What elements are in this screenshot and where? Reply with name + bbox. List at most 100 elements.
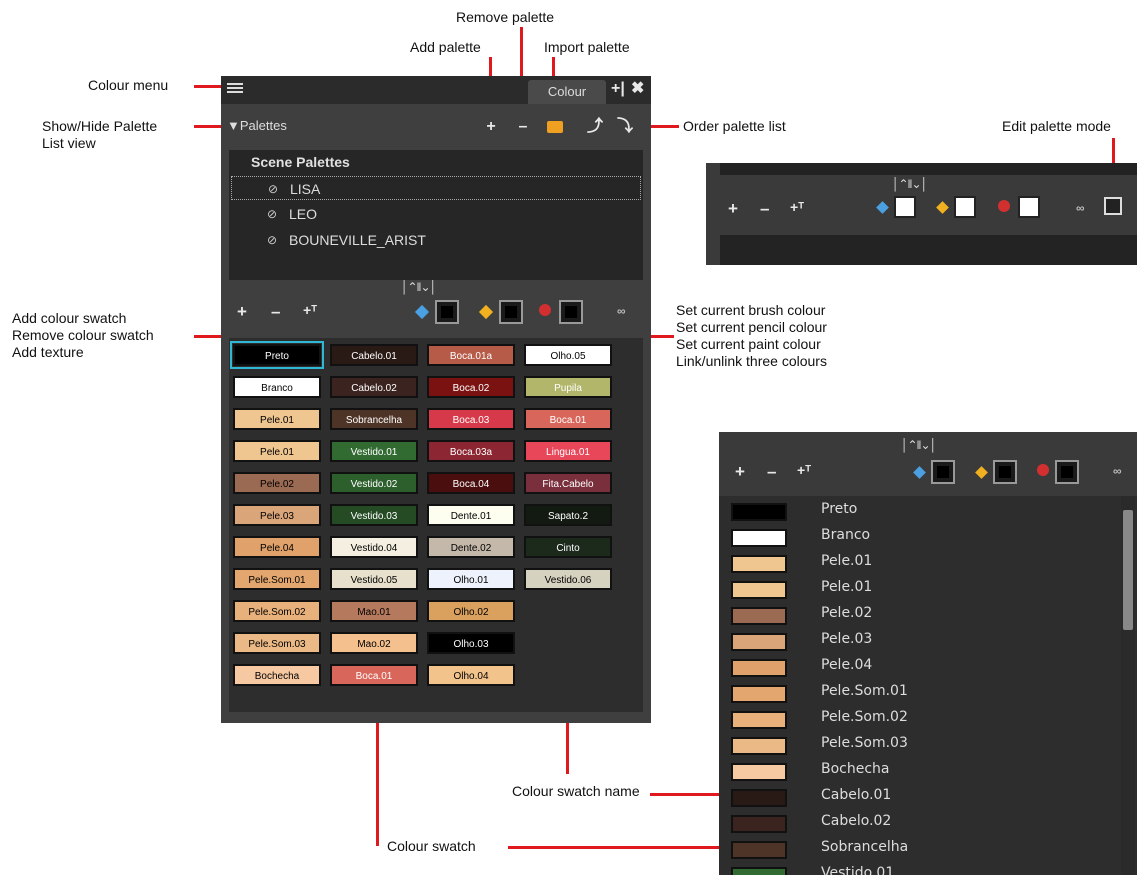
splitter-handle[interactable]: │⌃‖⌄│: [901, 438, 937, 452]
tab-add-icon[interactable]: +|: [611, 80, 625, 98]
splitter-handle[interactable]: │⌃‖⌄│: [401, 280, 437, 294]
add-texture-button[interactable]: +ᵀ: [797, 462, 811, 478]
list-scrollbar[interactable]: [1121, 496, 1135, 875]
add-colour-swatch-button[interactable]: +: [728, 199, 738, 219]
colour-swatch[interactable]: Fita.Cabelo: [524, 472, 612, 494]
colour-swatch[interactable]: Mao.01: [330, 600, 418, 622]
colour-swatch[interactable]: Vestido.02: [330, 472, 418, 494]
remove-colour-swatch-button[interactable]: –: [271, 302, 280, 322]
paint-colour-chip[interactable]: [559, 300, 583, 324]
paint-colour-chip[interactable]: [1055, 460, 1079, 484]
palette-visible-icon[interactable]: ⊘: [267, 228, 277, 252]
colour-swatch[interactable]: Vestido.04: [330, 536, 418, 558]
list-item[interactable]: Preto: [727, 498, 1123, 524]
list-item[interactable]: Vestido.01: [727, 862, 1123, 875]
colour-swatch[interactable]: Boca.01: [330, 664, 418, 686]
tab-colour[interactable]: Colour: [528, 80, 606, 104]
colour-swatch[interactable]: Pele.01: [233, 440, 321, 462]
list-item[interactable]: Pele.02: [727, 602, 1123, 628]
colour-swatch[interactable]: Sapato.2: [524, 504, 612, 526]
colour-swatch[interactable]: Boca.03: [427, 408, 515, 430]
scrollbar-thumb[interactable]: [1123, 510, 1133, 630]
colour-swatch[interactable]: Cabelo.01: [330, 344, 418, 366]
remove-palette-button[interactable]: –: [515, 118, 531, 136]
colour-swatch[interactable]: Boca.04: [427, 472, 515, 494]
colour-swatch[interactable]: Boca.01a: [427, 344, 515, 366]
palettes-toggle[interactable]: ▼Palettes: [227, 118, 287, 133]
list-item[interactable]: Cabelo.01: [727, 784, 1123, 810]
brush-colour-chip[interactable]: [435, 300, 459, 324]
edit-palette-mode-icon[interactable]: [1104, 197, 1122, 215]
colour-swatch[interactable]: Vestido.03: [330, 504, 418, 526]
colour-swatch[interactable]: Pele.04: [233, 536, 321, 558]
colour-swatch[interactable]: Dente.01: [427, 504, 515, 526]
colour-swatch[interactable]: Boca.03a: [427, 440, 515, 462]
add-palette-button[interactable]: +: [483, 118, 499, 136]
list-item[interactable]: Branco: [727, 524, 1123, 550]
list-item[interactable]: Pele.Som.01: [727, 680, 1123, 706]
colour-swatch[interactable]: Branco: [233, 376, 321, 398]
list-item[interactable]: Pele.03: [727, 628, 1123, 654]
remove-colour-swatch-button[interactable]: –: [760, 199, 769, 219]
add-colour-swatch-button[interactable]: +: [735, 462, 745, 482]
colour-swatch[interactable]: Boca.01: [524, 408, 612, 430]
pencil-colour-chip[interactable]: [993, 460, 1017, 484]
paint-colour-chip[interactable]: [1018, 196, 1040, 218]
colour-swatch[interactable]: Lingua.01: [524, 440, 612, 462]
colour-swatch[interactable]: Olho.02: [427, 600, 515, 622]
pencil-colour-chip[interactable]: [954, 196, 976, 218]
colour-swatch[interactable]: Mao.02: [330, 632, 418, 654]
palette-item[interactable]: ⊘ LEO: [231, 202, 641, 226]
import-palette-icon[interactable]: [547, 121, 563, 133]
colour-swatch[interactable]: Sobrancelha: [330, 408, 418, 430]
colour-swatch[interactable]: Preto: [230, 341, 324, 369]
colour-swatch[interactable]: Olho.03: [427, 632, 515, 654]
list-item[interactable]: Pele.04: [727, 654, 1123, 680]
colour-swatch[interactable]: Bochecha: [233, 664, 321, 686]
colour-swatch[interactable]: Vestido.06: [524, 568, 612, 590]
colour-swatch[interactable]: Boca.02: [427, 376, 515, 398]
link-colours-icon[interactable]: ∞: [1076, 201, 1085, 215]
colour-swatch[interactable]: Pele.Som.01: [233, 568, 321, 590]
move-palette-down-icon[interactable]: ⤵: [617, 118, 633, 136]
colour-swatch[interactable]: Pele.01: [233, 408, 321, 430]
palette-visible-icon[interactable]: ⊘: [267, 202, 277, 226]
brush-colour-chip[interactable]: [931, 460, 955, 484]
colour-swatch[interactable]: Vestido.01: [330, 440, 418, 462]
list-item[interactable]: Sobrancelha: [727, 836, 1123, 862]
colour-swatch[interactable]: Pele.02: [233, 472, 321, 494]
splitter-handle[interactable]: │⌃‖⌄│: [892, 177, 928, 191]
palette-item[interactable]: ⊘ LISA: [231, 176, 641, 200]
add-texture-button[interactable]: +ᵀ: [790, 199, 804, 215]
link-colours-icon[interactable]: ∞: [1113, 464, 1122, 478]
colour-swatch[interactable]: Pele.Som.02: [233, 600, 321, 622]
remove-colour-swatch-button[interactable]: –: [767, 462, 776, 482]
palette-item[interactable]: ⊘ BOUNEVILLE_ARIST: [231, 228, 641, 252]
colour-swatch[interactable]: Dente.02: [427, 536, 515, 558]
colour-menu-button[interactable]: [227, 81, 243, 97]
add-texture-button[interactable]: +ᵀ: [303, 302, 317, 318]
link-colours-icon[interactable]: ∞: [617, 304, 626, 318]
add-colour-swatch-button[interactable]: +: [237, 302, 247, 322]
list-item[interactable]: Pele.Som.03: [727, 732, 1123, 758]
colour-swatch[interactable]: Pele.03: [233, 504, 321, 526]
list-item[interactable]: Cabelo.02: [727, 810, 1123, 836]
tab-close-icon[interactable]: ✖: [631, 80, 644, 98]
colour-swatch[interactable]: Olho.05: [524, 344, 612, 366]
colour-swatch[interactable]: Cinto: [524, 536, 612, 558]
palette-visible-icon[interactable]: ⊘: [268, 177, 278, 201]
colour-swatch[interactable]: Cabelo.02: [330, 376, 418, 398]
list-item[interactable]: Bochecha: [727, 758, 1123, 784]
pencil-colour-chip[interactable]: [499, 300, 523, 324]
list-item[interactable]: Pele.01: [727, 576, 1123, 602]
brush-colour-chip[interactable]: [894, 196, 916, 218]
list-item[interactable]: Pele.Som.02: [727, 706, 1123, 732]
colour-swatch[interactable]: Pupila: [524, 376, 612, 398]
colour-swatch[interactable]: Olho.04: [427, 664, 515, 686]
list-item[interactable]: Pele.01: [727, 550, 1123, 576]
colour-swatch[interactable]: Vestido.05: [330, 568, 418, 590]
colour-swatch[interactable]: Olho.01: [427, 568, 515, 590]
colour-swatch[interactable]: Pele.Som.03: [233, 632, 321, 654]
move-palette-up-icon[interactable]: ⤴: [587, 118, 603, 136]
swatch-list-view-panel: │⌃‖⌄│ + – +ᵀ ∞ Preto Branco Pele.01 Pele.01…: [719, 432, 1137, 875]
